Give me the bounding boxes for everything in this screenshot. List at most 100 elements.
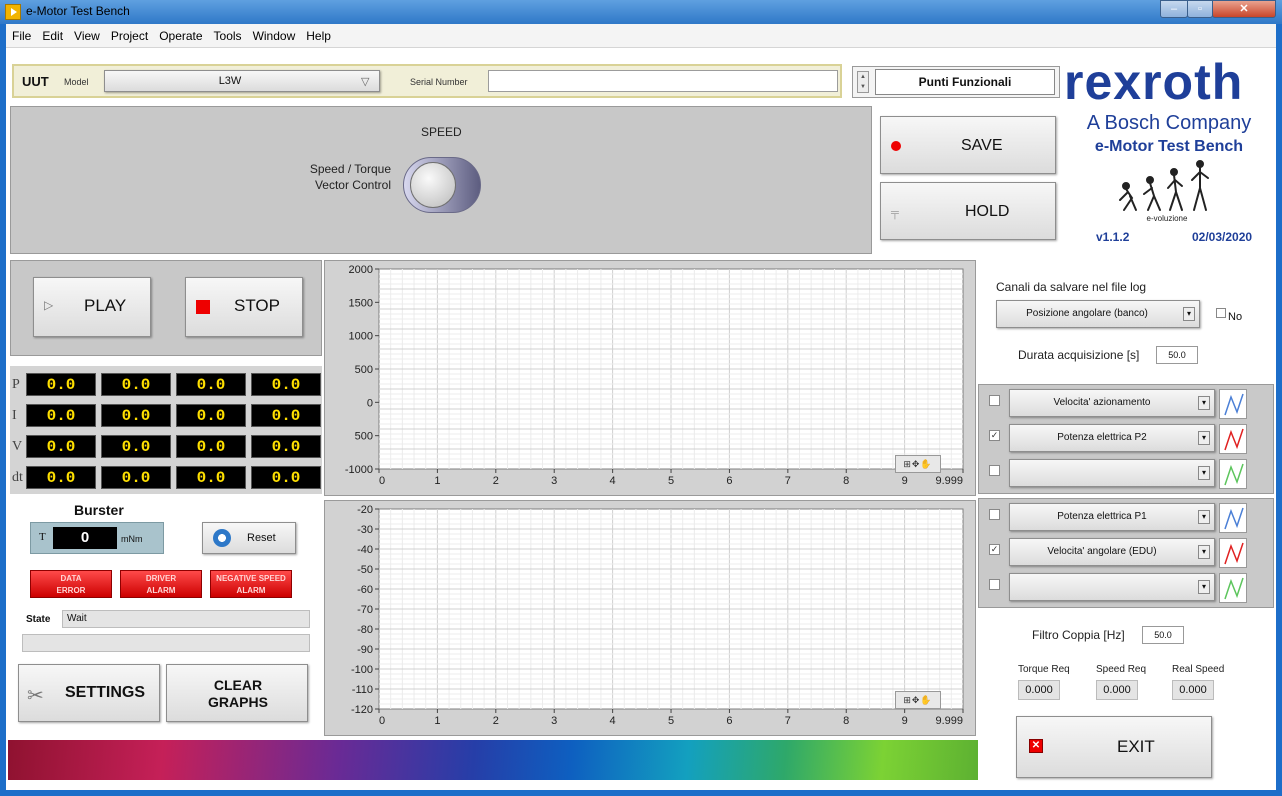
exit-label: EXIT [1117,737,1155,756]
punti-spinner[interactable]: ▲ ▼ [857,71,869,93]
state-display: Wait [62,610,310,628]
menu-project[interactable]: Project [105,24,153,43]
channel-select[interactable]: Velocita' azionamento ▾ [1009,389,1215,417]
trace-color-swatch[interactable] [1219,538,1247,568]
alarm-line1: DRIVER [145,574,177,583]
chevron-down-icon: ▽ [361,76,370,88]
meter-label: P [12,377,20,392]
x-tick-label: 6 [726,715,732,727]
meter-display: 0.0 [26,466,96,489]
trace-color-swatch[interactable] [1219,389,1247,419]
menu-window[interactable]: Window [247,24,301,43]
menu-help[interactable]: Help [300,24,336,43]
clear-line2: GRAPHS [208,694,268,710]
meter-row-p: P 0.0 0.0 0.0 0.0 [10,370,322,400]
burster-display: T 0 mNm [30,522,164,554]
meter-label: dt [12,470,23,485]
x-tick-label: 3 [551,475,557,487]
channel-checkbox[interactable] [989,509,1000,520]
x-tick-label: 5 [668,475,674,487]
torque-req-label: Torque Req [1018,664,1070,675]
durata-input[interactable]: 50.0 [1156,346,1198,364]
maximize-button[interactable]: ▫ [1187,0,1213,18]
evolution-icon [1119,160,1209,211]
channel-checkbox[interactable]: ✓ [989,430,1000,441]
channel-select[interactable]: Potenza elettrica P1 ▾ [1009,503,1215,531]
channel-checkbox[interactable]: ✓ [989,544,1000,555]
menu-operate[interactable]: Operate [153,24,207,43]
channel-checkbox[interactable] [989,579,1000,590]
trace-line-icon [1224,507,1244,530]
speed-req-label: Speed Req [1096,664,1147,675]
trace-color-swatch[interactable] [1219,424,1247,454]
channel-select[interactable]: Potenza elettrica P2 ▾ [1009,424,1215,452]
channel-checkbox[interactable] [989,395,1000,406]
chart-bottom: 0 1 2 3 4 5 6 7 8 9 9.999 -20 -30 -40 -50 -60 -70 -80 -90 -… [324,500,976,736]
durata-label: Durata acquisizione [s] [1018,348,1140,362]
toggle-knob [410,162,456,208]
meter-display: 0.0 [101,373,171,396]
chart-top: 0 1 2 3 4 5 6 7 8 9 9.999 2000 1500 1000 500 0 500 -1000 … [324,260,976,496]
play-button[interactable]: ▷ PLAY [33,277,151,337]
hold-button[interactable]: ╤ HOLD [880,182,1056,240]
trace-line-icon [1224,542,1244,565]
no-label: No [1228,311,1243,323]
close-button[interactable]: ✕ [1212,0,1276,18]
channel-checkbox[interactable] [989,465,1000,476]
y-tick-label: -100 [351,664,373,676]
x-tick-label: 1 [434,475,440,487]
y-tick-label: -80 [357,624,373,636]
menu-edit[interactable]: Edit [36,24,68,43]
trace-color-swatch[interactable] [1219,459,1247,489]
trace-line-icon [1224,428,1244,451]
menu-file[interactable]: File [6,24,36,43]
stop-button[interactable]: STOP [185,277,303,337]
save-button[interactable]: SAVE [880,116,1056,174]
serial-number-input[interactable] [488,70,838,92]
x-tick-label: 7 [785,475,791,487]
meter-display: 0.0 [251,373,321,396]
channel-row: ✓ Potenza elettrica P2 ▾ [979,422,1275,456]
x-tick-label: 9 [902,715,908,727]
y-tick-label: 2000 [349,264,373,276]
trace-line-icon [1224,463,1244,486]
settings-label: SETTINGS [65,684,146,701]
reset-button[interactable]: Reset [202,522,296,554]
chart-tools-palette[interactable]: ⊞✥✋ [895,455,941,473]
exit-button[interactable]: ✕ EXIT [1016,716,1212,778]
chart-bottom-plot: 0 1 2 3 4 5 6 7 8 9 9.999 -20 -30 -40 -50 -60 -70 -80 -90 -… [351,504,964,727]
log-channel-select[interactable]: Posizione angolare (banco) ▾ [996,300,1200,328]
window-title: e-Motor Test Bench [26,4,130,18]
meter-display: 0.0 [176,435,246,458]
grid [379,509,963,709]
channel-value: Velocita' angolare (EDU) [1047,546,1157,557]
chevron-down-icon: ▾ [1198,396,1210,410]
trace-color-swatch[interactable] [1219,503,1247,533]
y-tick-label: 0 [367,397,373,409]
filtro-coppia-input[interactable]: 50.0 [1142,626,1184,644]
channel-select[interactable]: ▾ [1009,573,1215,601]
meter-row-dt: dt 0.0 0.0 0.0 0.0 [10,463,322,493]
title-bar: e-Motor Test Bench ‒ ▫ ✕ [0,0,1282,24]
model-select[interactable]: L3W ▽ [104,70,380,92]
no-checkbox[interactable] [1216,308,1226,318]
meter-display: 0.0 [251,466,321,489]
clear-graphs-button[interactable]: CLEAR GRAPHS [166,664,308,722]
channel-group-top: Velocita' azionamento ▾ ✓ Potenza elettr… [978,384,1274,494]
punti-funzionali-label[interactable]: Punti Funzionali [875,69,1055,95]
speed-mode-toggle[interactable] [403,157,481,213]
trace-color-swatch[interactable] [1219,573,1247,603]
x-tick-label: 0 [379,715,385,727]
torque-req-value: 0.000 [1018,680,1060,700]
channel-select[interactable]: ▾ [1009,459,1215,487]
chart-tools-palette[interactable]: ⊞✥✋ [895,691,941,709]
settings-button[interactable]: ✂ SETTINGS [18,664,160,722]
menu-tools[interactable]: Tools [208,24,247,43]
channel-select[interactable]: Velocita' angolare (EDU) ▾ [1009,538,1215,566]
meter-row-i: I 0.0 0.0 0.0 0.0 [10,401,322,431]
x-tick-label: 9.999 [935,475,963,487]
real-speed-label: Real Speed [1172,664,1225,675]
x-tick-label: 5 [668,715,674,727]
menu-view[interactable]: View [68,24,105,43]
minimize-button[interactable]: ‒ [1160,0,1188,18]
